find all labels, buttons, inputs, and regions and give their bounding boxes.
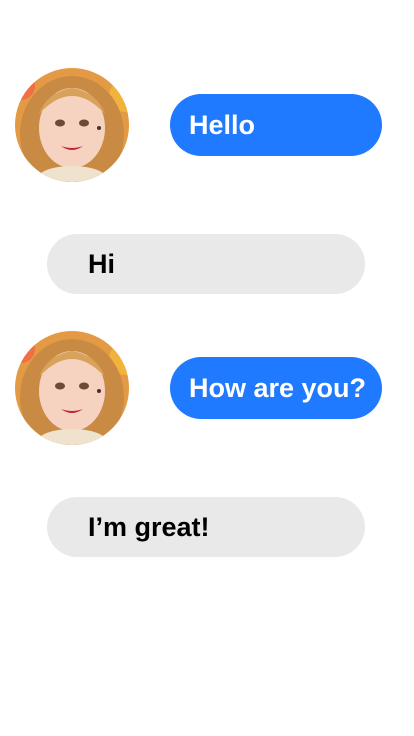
message-text: How are you? bbox=[189, 372, 367, 403]
message-text: I’m great! bbox=[88, 511, 210, 542]
message-bubble-outgoing[interactable]: How are you? bbox=[170, 357, 382, 419]
contact-avatar-photo bbox=[15, 331, 129, 445]
message-bubble-incoming[interactable]: Hi bbox=[47, 234, 365, 294]
message-bubble-outgoing[interactable]: Hello bbox=[170, 94, 382, 156]
contact-avatar[interactable] bbox=[15, 331, 129, 445]
contact-avatar-photo bbox=[15, 68, 129, 182]
message-bubble-incoming[interactable]: I’m great! bbox=[47, 497, 365, 557]
message-text: Hello bbox=[189, 109, 256, 140]
message-text: Hi bbox=[88, 248, 115, 279]
contact-avatar[interactable] bbox=[15, 68, 129, 182]
